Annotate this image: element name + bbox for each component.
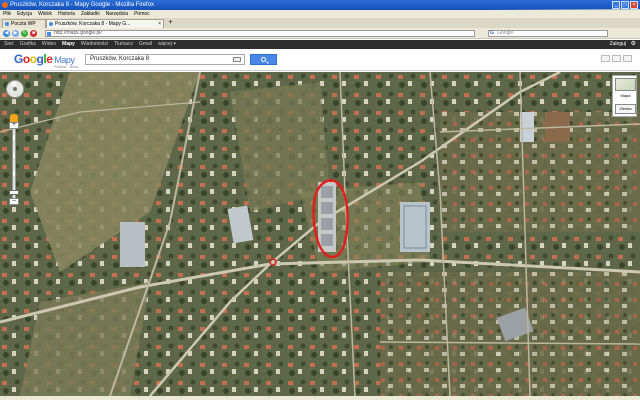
gbar-images[interactable]: Grafika (20, 40, 36, 49)
menu-edit[interactable]: Edycja (17, 10, 32, 18)
firefox-window: Pruszków, Korczaka 8 - Mapy Google - Moz… (0, 0, 640, 400)
gbar-maps[interactable]: Mapy (62, 40, 75, 49)
menu-help[interactable]: Pomoc (134, 10, 150, 18)
search-placeholder: Google (497, 30, 514, 36)
menu-view[interactable]: Widok (38, 10, 52, 18)
menu-history[interactable]: Historia (58, 10, 75, 18)
close-button[interactable]: × (630, 1, 638, 9)
zoom-out-button[interactable]: – (9, 198, 19, 205)
search-maps-button[interactable] (250, 54, 277, 65)
menu-file[interactable]: Plik (3, 10, 11, 18)
logo-subtitle: Polska · Beta (54, 64, 78, 69)
maps-search-header: Google Mapy Polska · Beta Pruszków, Korcz… (0, 49, 640, 71)
minimize-button[interactable]: _ (612, 1, 620, 9)
drawn-annotation-layer (269, 179, 349, 266)
tab-bar: Poczta WP Pruszków, Korczaka 8 - Mapy G.… (0, 18, 640, 28)
tab-label: Pruszków, Korczaka 8 - Mapy G... (55, 21, 131, 27)
gbar-news[interactable]: Wiadomości (81, 40, 108, 49)
gear-icon[interactable]: ⚙ (631, 40, 636, 49)
reload-icon[interactable]: ↻ (21, 30, 28, 37)
tab-poczta-wp[interactable]: Poczta WP (2, 19, 46, 28)
login-link[interactable]: Zaloguj (610, 40, 626, 49)
forward-arrow-icon[interactable]: ▶ (12, 30, 19, 37)
stop-icon[interactable]: ■ (30, 30, 37, 37)
gbar-web[interactable]: Sieć (4, 40, 14, 49)
gbar-translate[interactable]: Tłumacz (114, 40, 133, 49)
tab-google-maps[interactable]: Pruszków, Korczaka 8 - Mapy G... × (46, 19, 164, 28)
gbar-more[interactable]: więcej ▾ (158, 40, 176, 49)
menu-bar: Plik Edycja Widok Historia Zakładki Narz… (0, 10, 640, 18)
maximize-button[interactable]: □ (621, 1, 629, 9)
map-type-map-label[interactable]: Mapa (613, 93, 638, 98)
google-top-bar: Sieć Grafika Wideo Mapy Wiadomości Tłuma… (0, 40, 640, 49)
map-type-thumbnail[interactable] (615, 78, 636, 91)
tab-favicon-icon (5, 22, 9, 26)
print-icon[interactable] (601, 55, 610, 62)
new-tab-button[interactable]: + (166, 19, 175, 27)
pan-control[interactable] (6, 80, 24, 98)
firefox-icon (2, 2, 8, 8)
gbar-gmail[interactable]: Gmail (139, 40, 152, 49)
url-input[interactable]: http://maps.google.pl/ (45, 30, 475, 37)
email-icon[interactable] (612, 55, 621, 62)
window-title: Pruszków, Korczaka 8 - Mapy Google - Moz… (10, 2, 155, 8)
url-text: http://maps.google.pl/ (54, 30, 102, 36)
site-favicon-icon (47, 32, 51, 36)
gbar-video[interactable]: Wideo (42, 40, 56, 49)
map-type-control: Mapa Ziemia (612, 75, 637, 117)
window-controls: _ □ × (612, 1, 638, 9)
menu-tools[interactable]: Narzędzia (106, 10, 129, 18)
location-marker-icon (269, 258, 277, 266)
tab-favicon-icon (49, 22, 53, 26)
back-arrow-icon[interactable]: ◀ (3, 30, 10, 37)
red-circle-annotation (312, 179, 349, 259)
browser-search-input[interactable]: G Google (488, 30, 608, 37)
map-type-earth-button[interactable]: Ziemia (615, 104, 636, 114)
keyboard-icon[interactable] (233, 57, 241, 62)
maps-search-input[interactable]: Pruszków, Korczaka 8 (85, 54, 245, 65)
link-icon[interactable] (623, 55, 632, 62)
zoom-in-button[interactable]: + (9, 122, 19, 129)
menu-bookmarks[interactable]: Zakładki (81, 10, 100, 18)
navigation-toolbar: ◀ ▶ ↻ ■ http://maps.google.pl/ G Google (0, 28, 640, 39)
google-search-engine-icon: G (490, 30, 494, 36)
satellite-map[interactable] (0, 72, 640, 396)
browser-status-bar (0, 396, 640, 400)
search-icon (261, 57, 266, 62)
tab-label: Poczta WP (11, 21, 36, 27)
tab-close-icon[interactable]: × (158, 20, 161, 28)
zoom-slider-handle[interactable] (9, 190, 19, 195)
map-tools (601, 55, 632, 62)
